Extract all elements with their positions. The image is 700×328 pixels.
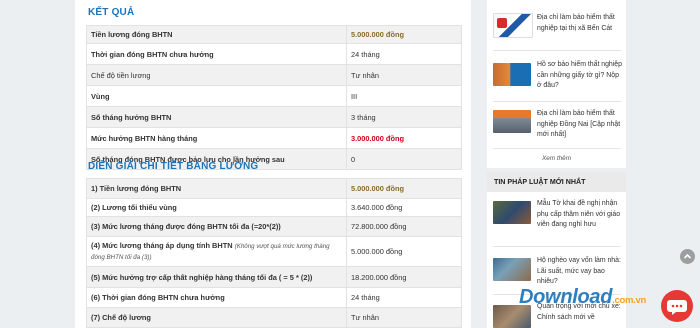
table-row: Thời gian đóng BHTN chưa hưởng 24 tháng	[86, 43, 462, 65]
table-row: (5) Mức hưởng trợ cấp thất nghiệp hàng t…	[86, 266, 462, 288]
row-value: 5.000.000 đồng	[346, 25, 462, 44]
row-value: Tư nhân	[346, 307, 462, 328]
see-more-link[interactable]: Xem thêm	[487, 155, 626, 162]
table-row: Mức hưởng BHTN hàng tháng 3.000.000 đồng	[86, 127, 462, 149]
row-value: III	[346, 85, 462, 107]
row-value: 0	[346, 148, 462, 170]
row-value: 24 tháng	[346, 287, 462, 308]
table-row: (4) Mức lương tháng áp dụng tính BHTN (K…	[86, 236, 462, 267]
table-row: (7) Chế độ lương Tư nhân	[86, 307, 462, 328]
row-value: 3 tháng	[346, 106, 462, 128]
divider	[493, 246, 621, 247]
row-value: 5.000.000 đồng	[346, 178, 462, 199]
divider	[493, 148, 621, 149]
news-header: TIN PHÁP LUẬT MỚI NHẤT	[487, 172, 626, 192]
chat-button[interactable]	[661, 290, 693, 322]
row-value: 5.000.000 đồng	[346, 236, 462, 267]
row-label: Chế độ tiền lương	[86, 64, 347, 86]
row-value: 18.200.000 đồng	[346, 266, 462, 288]
results-table: Tiền lương đóng BHTN 5.000.000 đồng Thời…	[86, 25, 462, 170]
table-row: Tiền lương đóng BHTN 5.000.000 đồng	[86, 25, 462, 44]
results-title: KẾT QUẢ	[88, 7, 135, 18]
details-title: DIỄN GIẢI CHI TIẾT BẢNG LƯƠNG	[88, 161, 259, 172]
chat-icon	[667, 300, 687, 315]
related-articles: Địa chỉ làm bảo hiểm thất nghiệp tại thị…	[487, 0, 626, 168]
article-thumbnail[interactable]	[493, 63, 531, 86]
table-row: (6) Thời gian đóng BHTN chưa hưởng 24 th…	[86, 287, 462, 308]
watermark-logo: Download.com.vn	[519, 286, 646, 308]
article-title[interactable]: Địa chỉ làm bảo hiểm thất nghiệp Đồng Na…	[537, 109, 625, 141]
main-content: KẾT QUẢ Tiền lương đóng BHTN 5.000.000 đ…	[75, 0, 471, 328]
row-label-text: (4) Mức lương tháng áp dụng tính BHTN	[91, 240, 233, 250]
row-label: (6) Thời gian đóng BHTN chưa hưởng	[86, 287, 347, 308]
row-value: 72.800.000 đồng	[346, 216, 462, 237]
table-row: 1) Tiền lương đóng BHTN 5.000.000 đồng	[86, 178, 462, 199]
article-title[interactable]: Hộ nghèo vay vốn làm nhà: Lãi suất, mức …	[537, 256, 625, 288]
details-table: 1) Tiền lương đóng BHTN 5.000.000 đồng (…	[86, 178, 462, 328]
scroll-to-top-button[interactable]	[680, 249, 695, 264]
article-thumbnail[interactable]	[493, 13, 533, 38]
article-thumbnail[interactable]	[493, 201, 531, 224]
article-thumbnail[interactable]	[493, 110, 531, 133]
row-label: Tiền lương đóng BHTN	[86, 25, 347, 44]
row-label: (3) Mức lương tháng được đóng BHTN tối đ…	[86, 216, 347, 237]
table-row: (3) Mức lương tháng được đóng BHTN tối đ…	[86, 216, 462, 237]
row-label: 1) Tiền lương đóng BHTN	[86, 178, 347, 199]
row-label: (2) Lương tối thiểu vùng	[86, 198, 347, 217]
row-value: 24 tháng	[346, 43, 462, 65]
divider	[493, 101, 621, 102]
row-label: Thời gian đóng BHTN chưa hưởng	[86, 43, 347, 65]
row-value: 3.000.000 đồng	[346, 127, 462, 149]
row-value: Tư nhân	[346, 64, 462, 86]
article-title[interactable]: Mẫu Tờ khai đề nghị nhận phụ cấp thâm ni…	[537, 199, 625, 231]
chevron-up-icon	[683, 253, 692, 259]
article-title[interactable]: Địa chỉ làm bảo hiểm thất nghiệp tại thị…	[537, 13, 625, 34]
row-label: Vùng	[86, 85, 347, 107]
divider	[493, 50, 621, 51]
table-row: (2) Lương tối thiểu vùng 3.640.000 đồng	[86, 198, 462, 217]
row-label: (7) Chế độ lương	[86, 307, 347, 328]
article-thumbnail[interactable]	[493, 258, 531, 281]
row-value: 3.640.000 đồng	[346, 198, 462, 217]
row-label: (4) Mức lương tháng áp dụng tính BHTN (K…	[86, 236, 347, 267]
table-row: Chế độ tiền lương Tư nhân	[86, 64, 462, 86]
table-row: Vùng III	[86, 85, 462, 107]
article-title[interactable]: Hồ sơ bảo hiểm thất nghiệp cần những giấ…	[537, 60, 625, 92]
row-label: (5) Mức hưởng trợ cấp thất nghiệp hàng t…	[86, 266, 347, 288]
youtube-icon	[497, 18, 507, 28]
row-label: Mức hưởng BHTN hàng tháng	[86, 127, 347, 149]
table-row: Số tháng hưởng BHTN 3 tháng	[86, 106, 462, 128]
row-label: Số tháng hưởng BHTN	[86, 106, 347, 128]
